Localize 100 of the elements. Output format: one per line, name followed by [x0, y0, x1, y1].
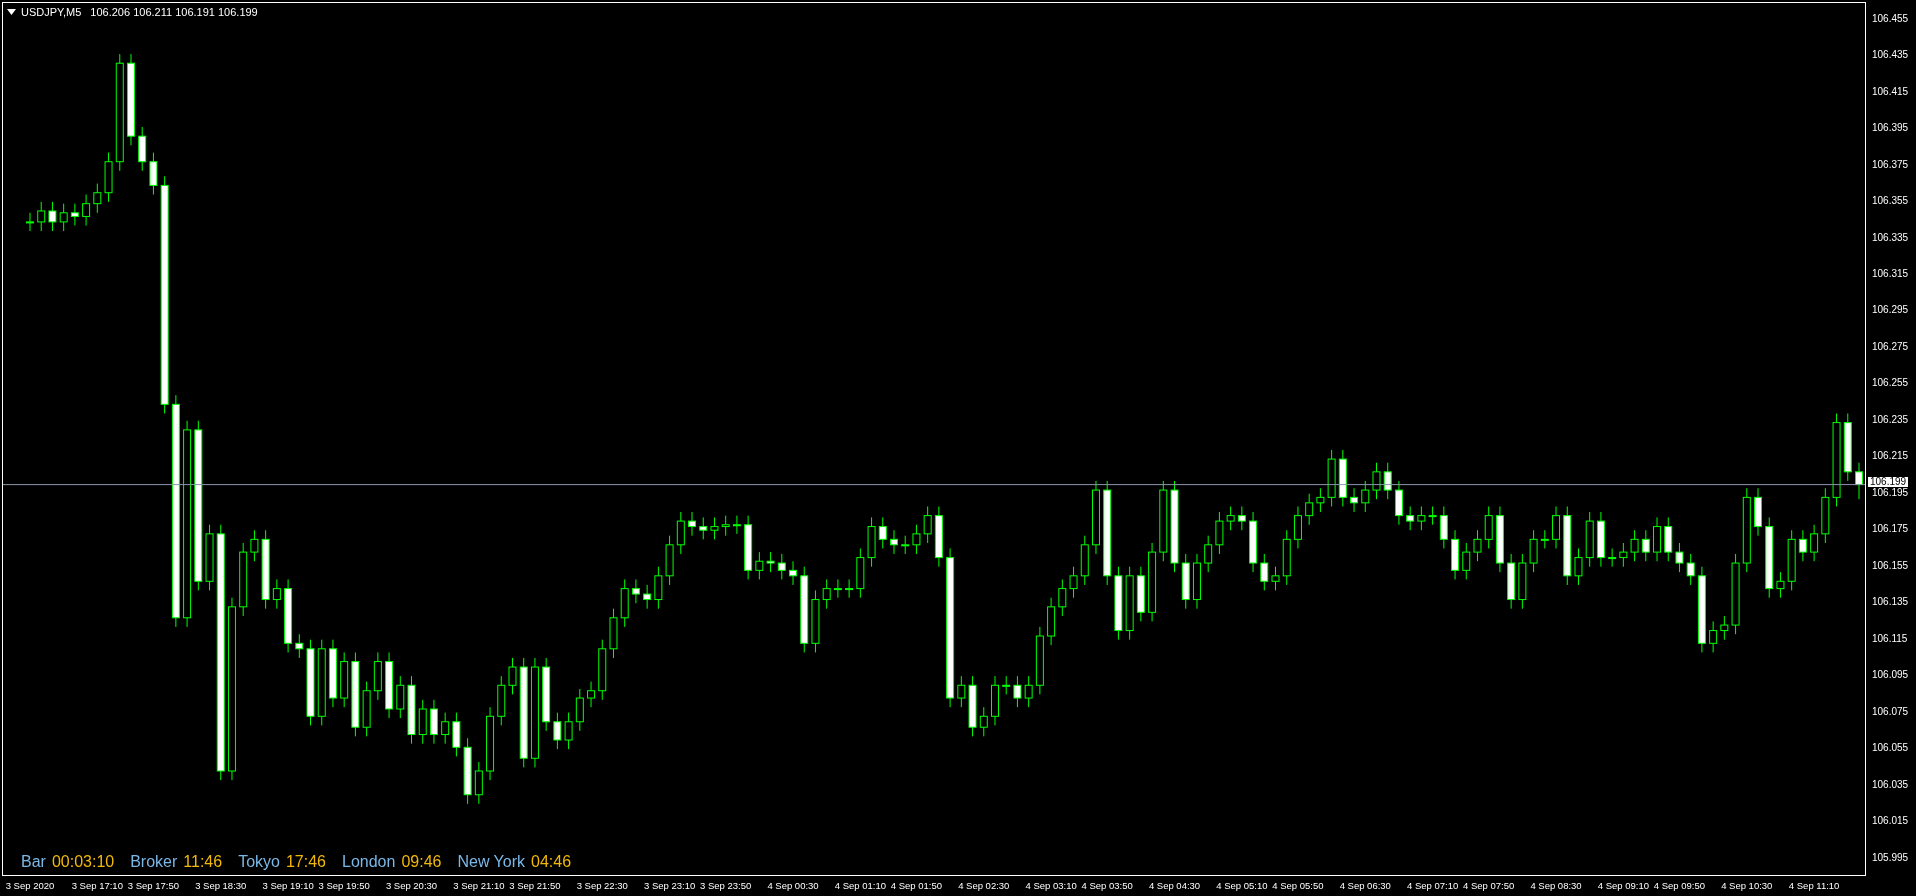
price-tick-label: 106.195: [1872, 487, 1909, 498]
candle: [721, 515, 730, 537]
candle: [1305, 493, 1314, 526]
candle: [822, 578, 831, 610]
candle: [1327, 449, 1336, 507]
time-tick-label: 4 Sep 01:10: [834, 880, 886, 892]
candle: [1798, 529, 1807, 562]
candle: [676, 511, 685, 555]
candle: [1192, 553, 1201, 610]
candle: [968, 675, 977, 737]
candle: [497, 675, 506, 726]
candle: [1821, 487, 1830, 544]
candle: [340, 651, 349, 708]
candle: [923, 506, 932, 544]
time-tick-label: 3 Sep 21:10: [453, 880, 505, 892]
candle: [1204, 535, 1213, 573]
candle: [553, 712, 562, 750]
price-tick-label: 106.355: [1872, 196, 1909, 206]
candle: [1619, 542, 1628, 568]
clock-label: Broker: [130, 853, 178, 871]
candle: [59, 203, 68, 232]
time-tick-label: 3 Sep 22:30: [576, 880, 628, 892]
candle: [463, 737, 472, 805]
price-tick-label: 106.155: [1872, 560, 1909, 571]
candle: [396, 675, 405, 719]
candle: [1439, 506, 1448, 549]
price-tick-label: 105.995: [1872, 852, 1909, 863]
candle: [474, 761, 483, 805]
candle: [272, 578, 281, 610]
time-tick-label: 4 Sep 05:10: [1216, 880, 1268, 892]
candle: [508, 657, 517, 695]
candle: [1260, 553, 1269, 591]
candle: [362, 681, 371, 737]
candle: [26, 212, 34, 232]
clock-label: London: [342, 853, 396, 871]
candle: [1540, 529, 1549, 549]
candle: [845, 578, 854, 599]
candle: [1271, 566, 1280, 591]
price-tick-label: 106.095: [1872, 670, 1909, 681]
candle: [1058, 578, 1067, 617]
candle: [1686, 553, 1695, 586]
time-tick-label: 3 Sep 17:10: [71, 880, 123, 892]
clock-label: Tokyo: [238, 853, 280, 871]
price-tick-label: 106.115: [1872, 633, 1908, 644]
candle: [205, 524, 214, 591]
candle: [1462, 542, 1471, 580]
candle: [1316, 487, 1325, 513]
price-tick-label: 106.335: [1872, 232, 1909, 243]
price-tick-label: 106.275: [1872, 341, 1909, 352]
candle: [1181, 553, 1190, 610]
candle: [407, 675, 416, 745]
time-tick-label: 4 Sep 02:30: [958, 880, 1010, 892]
candle: [811, 589, 820, 653]
time-tick-label: 3 Sep 18:30: [195, 880, 247, 892]
candle: [1641, 529, 1650, 562]
candle: [1293, 506, 1302, 549]
candle: [70, 203, 79, 227]
candle: [699, 516, 708, 540]
candle: [385, 651, 394, 719]
dropdown-triangle-icon[interactable]: [7, 9, 16, 15]
candle: [755, 551, 764, 580]
candle: [1226, 506, 1235, 531]
candle: [598, 639, 607, 701]
candle: [250, 529, 259, 562]
candle: [1013, 675, 1022, 708]
candle: [1383, 462, 1392, 500]
candle: [631, 578, 640, 604]
time-tick-label: 4 Sep 09:10: [1597, 880, 1649, 892]
candle: [587, 681, 596, 708]
symbol-label: USDJPY,M5: [21, 6, 82, 18]
candle: [295, 633, 304, 659]
price-tick-label: 106.415: [1872, 86, 1909, 97]
time-tick-label: 3 Sep 2020: [5, 880, 55, 892]
price-tick-label: 106.215: [1872, 451, 1909, 462]
candle: [1484, 506, 1493, 549]
candle: [441, 712, 450, 745]
time-tick-label: 3 Sep 23:50: [700, 880, 752, 892]
clock-time: 04:46: [531, 853, 572, 871]
time-tick-label: 4 Sep 00:30: [767, 880, 819, 892]
candle: [104, 152, 113, 203]
candle: [1709, 620, 1718, 653]
candle: [1394, 480, 1403, 526]
candle: [1080, 535, 1089, 586]
candle: [609, 608, 618, 659]
price-tick-label: 106.295: [1872, 305, 1909, 316]
candle: [890, 529, 898, 555]
candle: [1653, 516, 1661, 562]
candle: [1473, 529, 1482, 562]
candle: [1529, 529, 1538, 573]
candle: [1361, 480, 1370, 513]
price-tick-label: 106.375: [1872, 159, 1909, 170]
candle: [1776, 571, 1785, 599]
candle: [1495, 506, 1504, 573]
price-tick-label: 106.015: [1872, 816, 1909, 827]
candle: [1585, 511, 1594, 568]
candle: [789, 560, 797, 586]
candle: [452, 712, 461, 757]
price-tick-label: 106.435: [1872, 50, 1909, 61]
time-tick-label: 3 Sep 23:10: [643, 880, 696, 892]
candle: [1843, 412, 1852, 482]
